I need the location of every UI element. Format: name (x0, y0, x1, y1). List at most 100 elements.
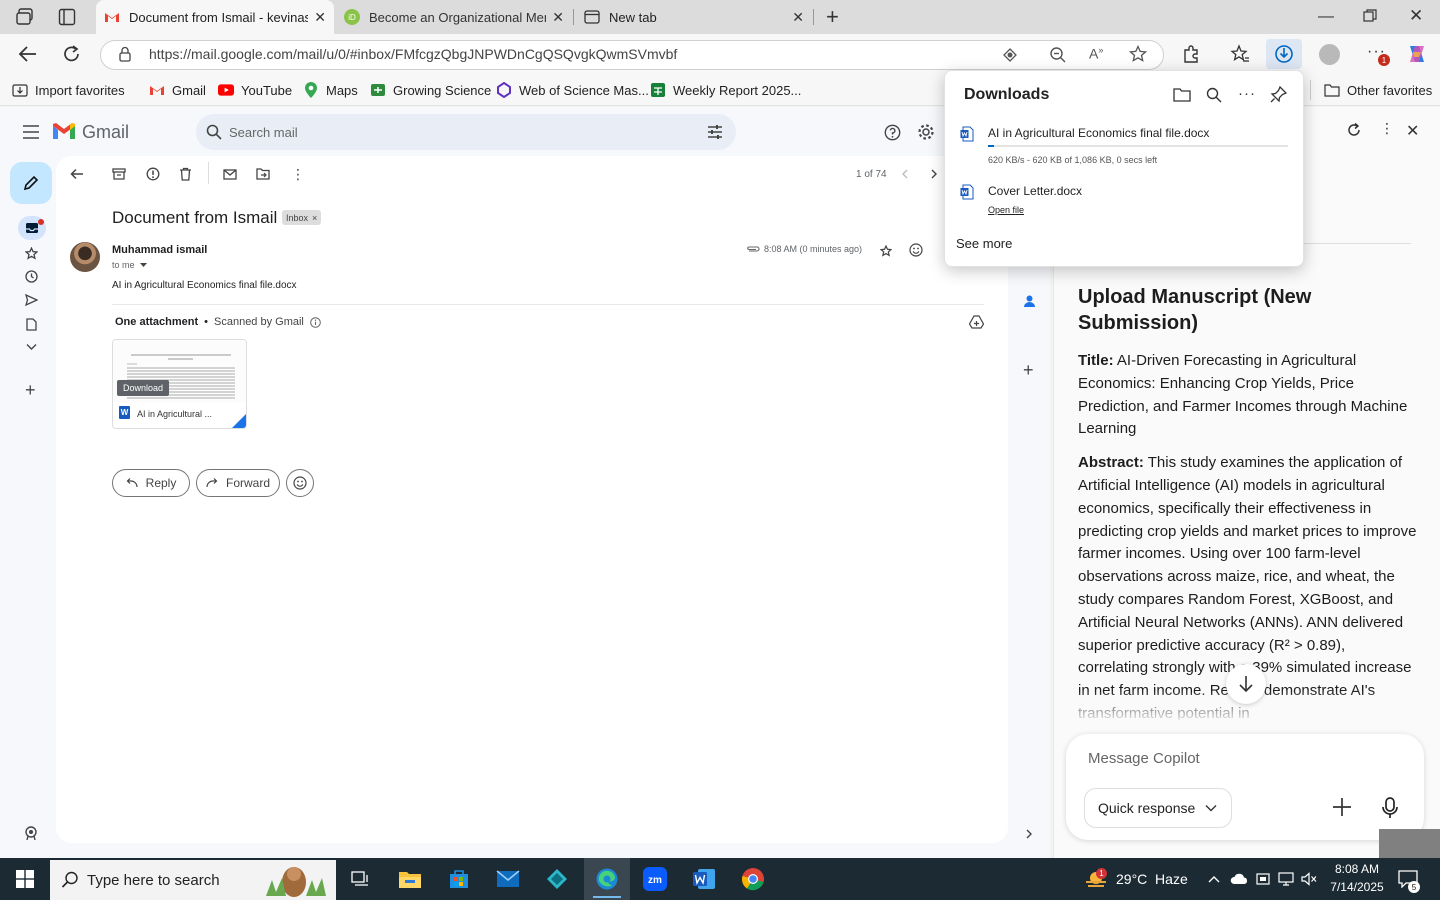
fav-maps[interactable]: Maps (303, 74, 358, 106)
taskbar-search[interactable]: Type here to search (50, 860, 336, 900)
close-tab-icon[interactable]: ✕ (792, 9, 804, 26)
mark-unread-icon[interactable] (223, 168, 237, 180)
tab-actions-icon[interactable] (58, 8, 76, 26)
edge-button[interactable] (584, 858, 630, 900)
zoom-out-icon[interactable] (1049, 46, 1067, 64)
close-tab-icon[interactable]: ✕ (552, 9, 564, 26)
compose-button[interactable] (10, 162, 52, 204)
scroll-down-button[interactable] (1226, 664, 1266, 704)
more-actions-icon[interactable]: ⋮ (291, 166, 305, 182)
report-spam-icon[interactable] (146, 167, 160, 181)
fav-import[interactable]: Import favorites (12, 74, 125, 106)
back-icon[interactable] (18, 45, 38, 63)
tab-organizational[interactable]: iD Become an Organizational Memb ✕ (336, 0, 572, 34)
quick-response-dropdown[interactable]: Quick response (1084, 788, 1232, 828)
download-item-name[interactable]: AI in Agricultural Economics final file.… (988, 126, 1209, 140)
fav-weekly-report[interactable]: Weekly Report 2025... (650, 74, 801, 106)
gmail-brand[interactable]: Gmail (82, 122, 129, 143)
fav-youtube[interactable]: YouTube (218, 74, 292, 106)
search-input[interactable]: Search mail (229, 125, 298, 140)
search-icon[interactable] (206, 124, 222, 140)
inbox-label-chip[interactable]: Inbox × (282, 210, 322, 225)
starred-icon[interactable] (25, 247, 38, 260)
close-window-button[interactable]: ✕ (1409, 6, 1423, 26)
see-more-link[interactable]: See more (956, 236, 1012, 251)
drafts-icon[interactable] (26, 318, 37, 331)
emoji-react-icon[interactable] (909, 243, 923, 257)
extensions-icon[interactable] (1181, 44, 1201, 64)
favorites-icon[interactable] (1230, 44, 1250, 64)
show-side-panel-icon[interactable] (1025, 829, 1033, 839)
onedrive-cloud-icon[interactable] (1230, 872, 1248, 886)
move-to-icon[interactable] (256, 168, 270, 180)
microphone-icon[interactable] (1380, 796, 1400, 820)
star-icon[interactable] (880, 245, 892, 257)
add-label-icon[interactable]: + (25, 380, 36, 401)
get-addons-icon[interactable]: + (1023, 360, 1034, 381)
chrome-button[interactable] (735, 858, 771, 900)
reply-button[interactable]: Reply (112, 469, 190, 497)
open-folder-icon[interactable] (1173, 87, 1191, 103)
sent-icon[interactable] (25, 294, 38, 306)
download-item-name[interactable]: Cover Letter.docx (988, 184, 1082, 198)
fav-growing-science[interactable]: Growing Science (370, 74, 491, 106)
archive-icon[interactable] (112, 167, 126, 181)
downloads-search-icon[interactable] (1206, 87, 1222, 103)
copilot-icon[interactable] (1405, 42, 1429, 66)
read-aloud-icon[interactable]: A» (1089, 45, 1103, 62)
settings-gear-icon[interactable] (917, 123, 935, 141)
forward-button[interactable]: Forward (196, 469, 280, 497)
app-diamond-button[interactable] (539, 858, 575, 900)
remove-label-icon[interactable]: × (312, 213, 317, 223)
profile-avatar[interactable] (1319, 44, 1340, 65)
tab-new[interactable]: New tab ✕ (576, 0, 812, 34)
volume-muted-icon[interactable] (1301, 872, 1317, 886)
main-menu-icon[interactable] (23, 125, 39, 139)
attach-plus-icon[interactable] (1331, 796, 1353, 818)
copilot-refresh-icon[interactable] (1346, 122, 1362, 138)
mail-button[interactable] (490, 858, 526, 900)
tab-gmail[interactable]: Document from Ismail - kevinasut ✕ (96, 0, 334, 34)
pin-icon[interactable] (1270, 86, 1287, 103)
support-icon[interactable] (24, 826, 38, 841)
more-labels-chevron-icon[interactable] (26, 343, 37, 351)
add-to-drive-icon[interactable] (969, 315, 984, 329)
site-info-icon[interactable] (117, 46, 133, 62)
info-icon[interactable] (310, 316, 321, 328)
emoji-reaction-button[interactable] (286, 469, 314, 497)
sender-name[interactable]: Muhammad ismail (112, 244, 207, 256)
help-icon[interactable] (884, 124, 901, 141)
downloads-more-icon[interactable]: ··· (1238, 85, 1256, 102)
copilot-close-icon[interactable]: ✕ (1406, 121, 1419, 141)
zoom-button[interactable]: zm (637, 858, 673, 900)
fav-other[interactable]: Other favorites (1324, 74, 1432, 106)
new-tab-button[interactable]: + (826, 6, 844, 28)
downloads-button[interactable] (1266, 39, 1302, 69)
task-view-button[interactable] (343, 858, 377, 900)
recipient-details[interactable]: to me (112, 260, 147, 270)
snoozed-clock-icon[interactable] (25, 270, 38, 283)
tracking-prevention-icon[interactable] (1002, 47, 1018, 63)
weather-text[interactable]: 29°C Haze (1116, 871, 1188, 887)
word-button[interactable] (686, 858, 722, 900)
network-icon[interactable] (1278, 872, 1294, 886)
newer-chevron-icon[interactable] (901, 169, 909, 179)
clock-date[interactable]: 7/14/2025 (1326, 880, 1388, 894)
back-to-inbox-icon[interactable] (70, 168, 84, 180)
clock-time[interactable]: 8:08 AM (1328, 862, 1386, 876)
show-hidden-icons-chevron-icon[interactable] (1208, 875, 1220, 883)
older-chevron-icon[interactable] (930, 169, 938, 179)
security-icon[interactable] (1256, 872, 1270, 886)
close-tab-icon[interactable]: ✕ (314, 9, 326, 26)
search-options-icon[interactable] (707, 124, 723, 140)
favorite-star-icon[interactable] (1129, 45, 1147, 63)
copilot-more-icon[interactable]: ⋮ (1380, 120, 1394, 137)
fav-gmail[interactable]: Gmail (149, 74, 206, 106)
start-button[interactable] (0, 858, 50, 900)
file-explorer-button[interactable] (392, 858, 428, 900)
message-input[interactable]: Message Copilot (1088, 750, 1200, 767)
sender-avatar[interactable] (70, 242, 100, 272)
store-button[interactable] (441, 858, 477, 900)
minimize-button[interactable]: — (1318, 8, 1334, 26)
refresh-icon[interactable] (62, 45, 82, 63)
